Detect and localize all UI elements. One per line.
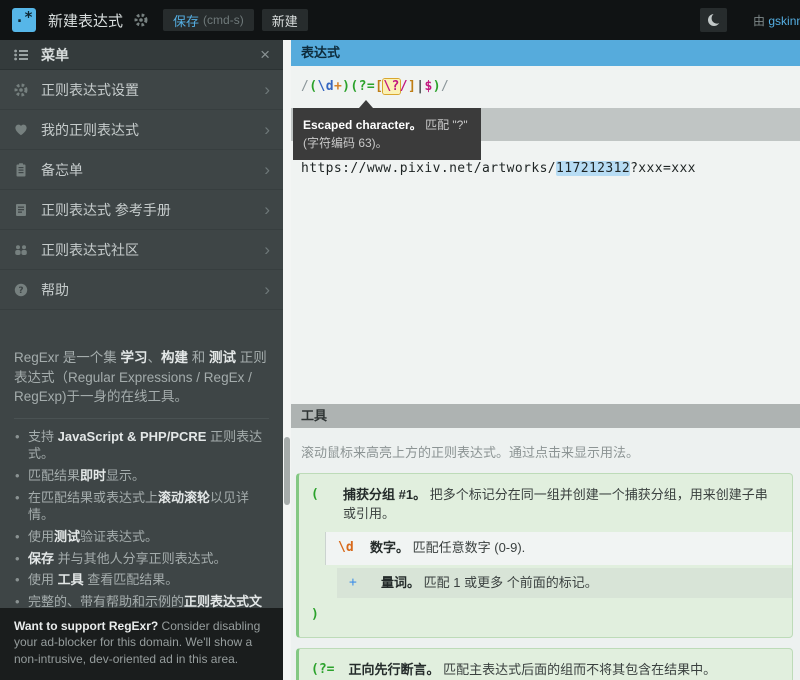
sidebar-item-help[interactable]: ? 帮助 › [0, 270, 283, 310]
token-plus: + [349, 574, 367, 593]
token-tooltip: Escaped character。 匹配 "?" (字符编码 63)。 [293, 108, 481, 160]
tools-panel: 滚动鼠标来高亮上方的正则表达式。通过点击来显示用法。 ( 捕获分组 #1。 把多… [291, 428, 800, 680]
explain-text: 正向先行断言。 匹配主表达式后面的组而不将其包含在结果中。 [348, 661, 716, 680]
moon-icon [706, 12, 722, 28]
author-byline: 由 gskinner [753, 12, 800, 29]
top-bar: .* 新建表达式 保存 (cmd-s) 新建 由 gskinner [0, 0, 800, 40]
test-text-value[interactable]: https://www.pixiv.net/artworks/117212312… [301, 161, 696, 176]
feature-item: 支持 JavaScript & PHP/PCRE 正则表达式。 [14, 428, 269, 463]
sidebar-menu: 菜单 × 正则表达式设置 › 我的正则表达式 › [0, 40, 283, 680]
sidebar-item-label: 我的正则表达式 [41, 120, 139, 140]
token-digit: \d [338, 539, 356, 558]
token-close-paren: ) [311, 606, 329, 625]
gear-icon [13, 82, 29, 98]
sidebar-item-label: 正则表达式设置 [41, 80, 139, 100]
explain-nested-digit[interactable]: \d 数字。 匹配任意数字 (0-9). [325, 532, 792, 565]
explain-text: 数字。 匹配任意数字 (0-9). [370, 539, 525, 558]
chevron-right-icon: › [264, 201, 270, 218]
divider [14, 418, 269, 419]
sidebar-item-label: 备忘单 [41, 160, 83, 180]
feature-item: 使用 工具 查看匹配结果。 [14, 571, 269, 589]
feature-item: 保存 并与其他人分享正则表达式。 [14, 550, 269, 568]
feature-item: 使用测试验证表达式。 [14, 528, 269, 546]
sidebar-item-community[interactable]: 正则表达式社区 › [0, 230, 283, 270]
save-label: 保存 [173, 11, 199, 30]
tools-hint: 滚动鼠标来高亮上方的正则表达式。通过点击来显示用法。 [291, 428, 800, 473]
menu-title: 菜单 [41, 45, 69, 65]
reference-icon [13, 202, 29, 218]
sidebar-item-reference[interactable]: 正则表达式 参考手册 › [0, 190, 283, 230]
chevron-right-icon: › [264, 241, 270, 258]
title-gear-icon[interactable] [133, 12, 149, 28]
token-open-paren: ( [311, 486, 329, 505]
menu-list-icon [13, 47, 29, 63]
dark-mode-toggle[interactable] [700, 8, 727, 32]
chevron-right-icon: › [264, 161, 270, 178]
close-icon[interactable]: × [260, 46, 270, 63]
svg-text:?: ? [18, 286, 23, 296]
help-icon: ? [13, 282, 29, 298]
new-label: 新建 [272, 11, 298, 30]
test-text-input[interactable]: https://www.pixiv.net/artworks/117212312… [291, 141, 800, 404]
explain-row-group-open[interactable]: ( 捕获分组 #1。 把多个标记分在同一组并创建一个捕获分组，用来创建子串或引用… [299, 481, 792, 529]
explain-block-capture-group[interactable]: ( 捕获分组 #1。 把多个标记分在同一组并创建一个捕获分组，用来创建子串或引用… [296, 473, 793, 638]
sidebar-item-cheatsheet[interactable]: 备忘单 › [0, 150, 283, 190]
expression-section-header: 表达式 [291, 40, 800, 66]
by-label: 由 [753, 14, 765, 28]
intro-text: RegExr 是一个集 学习、构建 和 测试 正则表达式（Regular Exp… [14, 348, 269, 407]
ad-notice: Want to support RegExr? Consider disabli… [0, 608, 283, 680]
explain-block-lookahead[interactable]: (?= 正向先行断言。 匹配主表达式后面的组而不将其包含在结果中。 [ 字符集。… [296, 648, 793, 680]
feature-item: 匹配结果即时显示。 [14, 467, 269, 485]
sidebar-item-settings[interactable]: 正则表达式设置 › [0, 70, 283, 110]
sidebar-item-label: 正则表达式 参考手册 [41, 200, 171, 220]
explain-row-group-close[interactable]: ) [299, 601, 792, 630]
chevron-right-icon: › [264, 121, 270, 138]
explain-text: 量词。 匹配 1 或更多 个前面的标记。 [381, 574, 598, 593]
regexr-logo-icon[interactable]: .* [12, 8, 36, 32]
main-panel: 表达式 /(\d+)(?=[\?/]|$)/ https://www.pixiv… [291, 40, 800, 680]
document-title[interactable]: 新建表达式 [48, 10, 123, 31]
token-lookahead: (?= [311, 661, 334, 680]
community-icon [13, 242, 29, 258]
cheatsheet-icon [13, 162, 29, 178]
sidebar-item-label: 正则表达式社区 [41, 240, 139, 260]
expression-value[interactable]: /(\d+)(?=[\?/]|$)/ [301, 79, 449, 94]
regexr-app: .* 新建表达式 保存 (cmd-s) 新建 由 gskinner [0, 0, 800, 680]
save-button[interactable]: 保存 (cmd-s) [163, 9, 254, 31]
menu-header: 菜单 × [0, 40, 283, 70]
main-scrollbar-track[interactable] [283, 40, 291, 680]
main-scrollbar-thumb[interactable] [284, 437, 290, 505]
chevron-right-icon: › [264, 281, 270, 298]
save-shortcut: (cmd-s) [203, 13, 244, 27]
explain-text: 捕获分组 #1。 把多个标记分在同一组并创建一个捕获分组，用来创建子串或引用。 [343, 486, 780, 524]
sidebar-item-label: 帮助 [41, 280, 69, 300]
author-link[interactable]: gskinner [768, 14, 800, 28]
feature-item: 在匹配结果或表达式上滚动滚轮以见详情。 [14, 489, 269, 524]
sidebar-item-favorites[interactable]: 我的正则表达式 › [0, 110, 283, 150]
tools-section-header: 工具 [291, 404, 800, 428]
explain-nested-quantifier[interactable]: + 量词。 匹配 1 或更多 个前面的标记。 [337, 568, 792, 599]
heart-icon [13, 122, 29, 138]
chevron-right-icon: › [264, 81, 270, 98]
explain-row-lookahead-open[interactable]: (?= 正向先行断言。 匹配主表达式后面的组而不将其包含在结果中。 [299, 656, 792, 680]
new-button[interactable]: 新建 [262, 9, 308, 31]
